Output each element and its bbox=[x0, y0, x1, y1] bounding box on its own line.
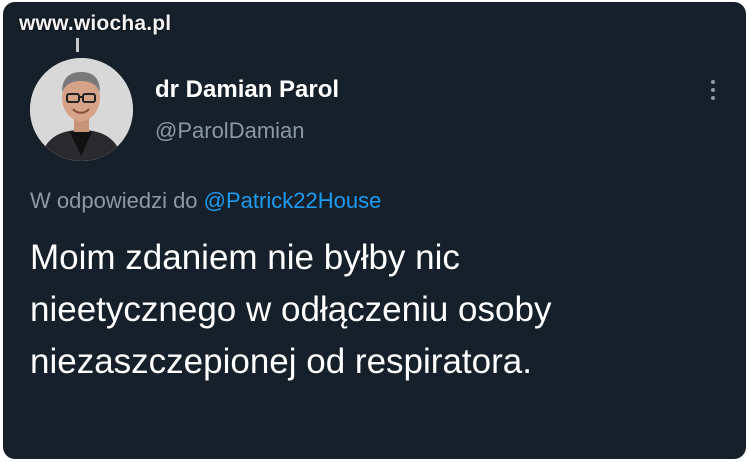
dot bbox=[711, 96, 715, 100]
tweet-text: Moim zdaniem nie byłby nic nieetycznego … bbox=[30, 232, 720, 388]
reply-context: W odpowiedzi do @Patrick22House bbox=[30, 188, 381, 214]
reply-prefix: W odpowiedzi do bbox=[30, 188, 198, 213]
watermark-divider bbox=[76, 38, 79, 52]
more-vertical-icon[interactable] bbox=[709, 80, 717, 106]
author-handle[interactable]: @ParolDamian bbox=[155, 118, 305, 144]
site-watermark: www.wiocha.pl bbox=[19, 12, 172, 35]
avatar[interactable] bbox=[30, 58, 133, 161]
tweet-text-line: nieetycznego w odłączeniu osoby bbox=[30, 290, 552, 329]
author-display-name[interactable]: dr Damian Parol bbox=[155, 76, 339, 104]
avatar-photo bbox=[30, 58, 133, 161]
dot bbox=[711, 88, 715, 92]
dot bbox=[711, 80, 715, 84]
tweet-text-line: niezaszczepionej od respiratora. bbox=[30, 342, 532, 381]
tweet-card: www.wiocha.pl dr Damian Parol @ParolDami… bbox=[3, 2, 746, 459]
tweet-text-line: Moim zdaniem nie byłby nic bbox=[30, 238, 460, 277]
screenshot-frame: www.wiocha.pl dr Damian Parol @ParolDami… bbox=[0, 0, 750, 462]
reply-mention-link[interactable]: @Patrick22House bbox=[204, 188, 382, 213]
